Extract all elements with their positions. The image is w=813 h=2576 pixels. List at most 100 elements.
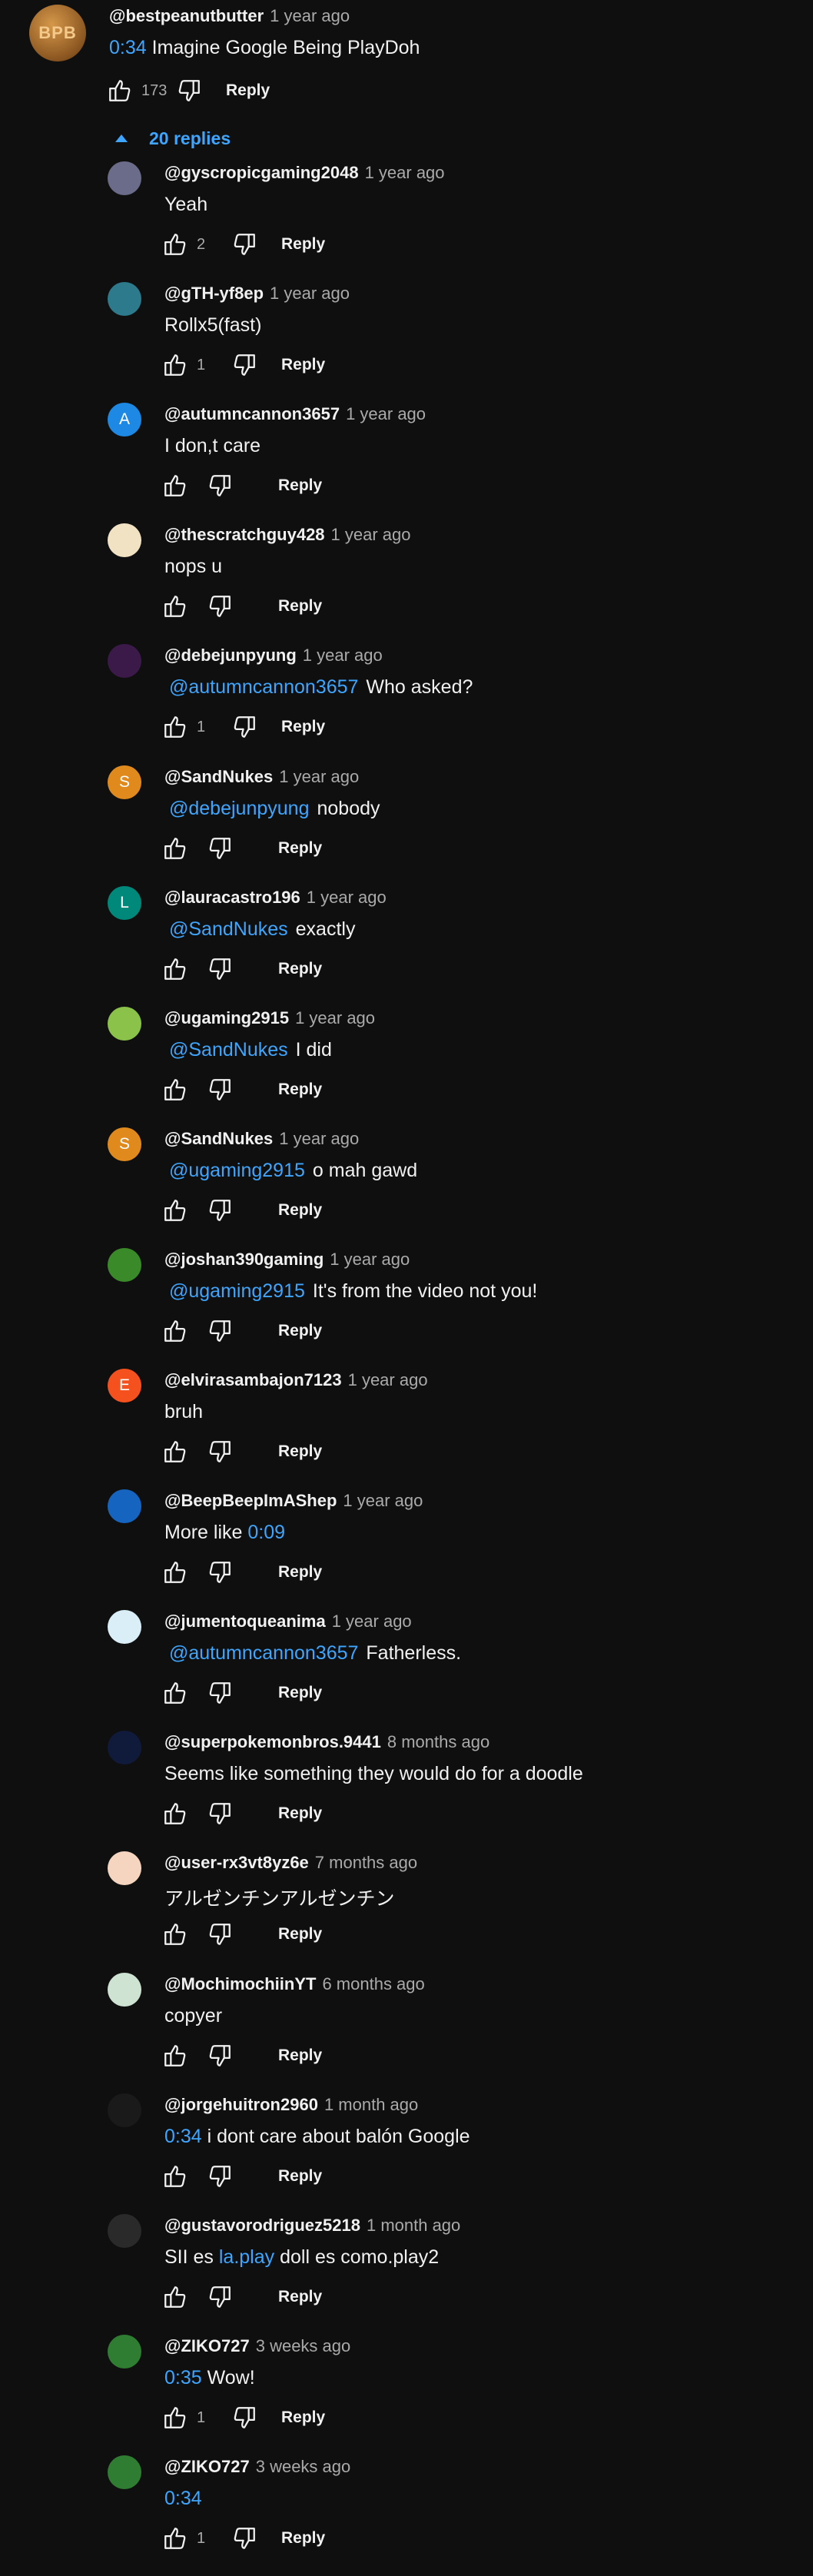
author-name[interactable]: @debejunpyung bbox=[164, 646, 297, 665]
like-button[interactable] bbox=[160, 712, 191, 742]
avatar[interactable]: BPB bbox=[29, 5, 86, 61]
like-button[interactable] bbox=[160, 350, 191, 380]
author-name[interactable]: @ZIKO727 bbox=[164, 2457, 250, 2476]
avatar[interactable] bbox=[108, 1248, 141, 1282]
dislike-button[interactable] bbox=[204, 1678, 235, 1708]
avatar[interactable] bbox=[108, 2335, 141, 2369]
avatar[interactable] bbox=[108, 1610, 141, 1644]
comment-time[interactable]: 3 weeks ago bbox=[256, 2457, 351, 2476]
like-button[interactable] bbox=[160, 2040, 191, 2071]
avatar[interactable] bbox=[108, 1731, 141, 1764]
reply-button[interactable]: Reply bbox=[278, 839, 322, 858]
like-button[interactable] bbox=[160, 2523, 191, 2554]
mention-link[interactable]: @SandNukes bbox=[169, 918, 288, 940]
comment-time[interactable]: 1 year ago bbox=[332, 1612, 412, 1631]
comment-time[interactable]: 1 year ago bbox=[330, 1250, 410, 1269]
author-name[interactable]: @jumentoqueanima bbox=[164, 1612, 326, 1631]
dislike-button[interactable] bbox=[229, 2523, 260, 2554]
timestamp-link[interactable]: 0:35 bbox=[164, 2367, 202, 2388]
avatar[interactable] bbox=[108, 1851, 141, 1885]
dislike-button[interactable] bbox=[174, 75, 204, 106]
dislike-button[interactable] bbox=[204, 1195, 235, 1226]
timestamp-link[interactable]: 0:34 bbox=[164, 2126, 202, 2147]
comment-time[interactable]: 1 year ago bbox=[270, 6, 350, 25]
reply-button[interactable]: Reply bbox=[278, 1804, 322, 1823]
like-button[interactable] bbox=[160, 1195, 191, 1226]
reply-button[interactable]: Reply bbox=[281, 356, 325, 374]
comment-time[interactable]: 8 months ago bbox=[387, 1732, 489, 1751]
reply-button[interactable]: Reply bbox=[278, 597, 322, 616]
comment-time[interactable]: 3 weeks ago bbox=[256, 2336, 351, 2355]
dislike-button[interactable] bbox=[229, 350, 260, 380]
reply-button[interactable]: Reply bbox=[278, 960, 322, 978]
author-name[interactable]: @joshan390gaming bbox=[164, 1250, 324, 1269]
author-name[interactable]: @lauracastro196 bbox=[164, 888, 300, 907]
author-name[interactable]: @autumncannon3657 bbox=[164, 404, 340, 423]
dislike-button[interactable] bbox=[229, 229, 260, 260]
comment-time[interactable]: 6 months ago bbox=[322, 1974, 424, 1993]
like-button[interactable] bbox=[160, 229, 191, 260]
reply-button[interactable]: Reply bbox=[278, 1442, 322, 1461]
dislike-button[interactable] bbox=[204, 1074, 235, 1105]
avatar[interactable] bbox=[108, 1973, 141, 2007]
author-name[interactable]: @gustavorodriguez5218 bbox=[164, 2216, 360, 2235]
comment-time[interactable]: 1 year ago bbox=[331, 525, 411, 544]
dislike-button[interactable] bbox=[204, 1436, 235, 1467]
avatar[interactable]: L bbox=[108, 886, 141, 920]
dislike-button[interactable] bbox=[204, 2282, 235, 2312]
avatar[interactable] bbox=[108, 523, 141, 557]
timestamp-link[interactable]: 0:34 bbox=[164, 2488, 202, 2509]
reply-button[interactable]: Reply bbox=[278, 1081, 322, 1099]
comment-time[interactable]: 1 month ago bbox=[324, 2095, 418, 2114]
avatar[interactable] bbox=[108, 644, 141, 678]
comment-time[interactable]: 1 year ago bbox=[365, 163, 445, 182]
author-name[interactable]: @elvirasambajon7123 bbox=[164, 1370, 342, 1389]
avatar[interactable]: S bbox=[108, 1127, 141, 1161]
avatar[interactable] bbox=[108, 161, 141, 195]
avatar[interactable] bbox=[108, 282, 141, 316]
dislike-button[interactable] bbox=[204, 833, 235, 864]
mention-link[interactable]: @autumncannon3657 bbox=[169, 676, 358, 698]
like-button[interactable] bbox=[160, 954, 191, 984]
author-name[interactable]: @SandNukes bbox=[164, 767, 273, 786]
reply-button[interactable]: Reply bbox=[278, 476, 322, 495]
timestamp-link[interactable]: 0:34 bbox=[109, 37, 147, 58]
like-button[interactable] bbox=[160, 2402, 191, 2433]
author-name[interactable]: @gyscropicgaming2048 bbox=[164, 163, 359, 182]
mention-link[interactable]: @autumncannon3657 bbox=[169, 1642, 358, 1664]
comment-time[interactable]: 1 year ago bbox=[307, 888, 387, 907]
like-button[interactable] bbox=[160, 1678, 191, 1708]
like-button[interactable] bbox=[105, 75, 135, 106]
author-name[interactable]: @ZIKO727 bbox=[164, 2336, 250, 2355]
mention-link[interactable]: @SandNukes bbox=[169, 1039, 288, 1061]
reply-button[interactable]: Reply bbox=[278, 1563, 322, 1582]
avatar[interactable] bbox=[108, 2455, 141, 2489]
avatar[interactable] bbox=[108, 2214, 141, 2248]
like-button[interactable] bbox=[160, 1436, 191, 1467]
like-button[interactable] bbox=[160, 470, 191, 501]
dislike-button[interactable] bbox=[204, 1316, 235, 1346]
avatar[interactable]: E bbox=[108, 1369, 141, 1403]
comment-time[interactable]: 1 year ago bbox=[343, 1491, 423, 1510]
reply-button[interactable]: Reply bbox=[281, 718, 325, 736]
dislike-button[interactable] bbox=[204, 470, 235, 501]
comment-time[interactable]: 1 month ago bbox=[367, 2216, 460, 2235]
author-name[interactable]: @BeepBeepImAShep bbox=[164, 1491, 337, 1510]
comment-time[interactable]: 1 year ago bbox=[303, 646, 383, 665]
avatar[interactable]: A bbox=[108, 403, 141, 437]
comment-time[interactable]: 1 year ago bbox=[348, 1370, 428, 1389]
reply-button[interactable]: Reply bbox=[281, 2529, 325, 2548]
dislike-button[interactable] bbox=[204, 2161, 235, 2192]
comment-time[interactable]: 1 year ago bbox=[279, 1129, 359, 1148]
author-name[interactable]: @superpokemonbros.9441 bbox=[164, 1732, 381, 1751]
reply-button[interactable]: Reply bbox=[278, 2047, 322, 2065]
like-button[interactable] bbox=[160, 2161, 191, 2192]
replies-toggle[interactable]: 20 replies bbox=[115, 124, 231, 152]
reply-button[interactable]: Reply bbox=[278, 1322, 322, 1340]
like-button[interactable] bbox=[160, 1919, 191, 1950]
reply-button[interactable]: Reply bbox=[281, 2408, 325, 2427]
comment-time[interactable]: 1 year ago bbox=[279, 767, 359, 786]
like-button[interactable] bbox=[160, 1557, 191, 1588]
url-link[interactable]: la.play bbox=[219, 2246, 274, 2268]
avatar[interactable]: S bbox=[108, 765, 141, 799]
